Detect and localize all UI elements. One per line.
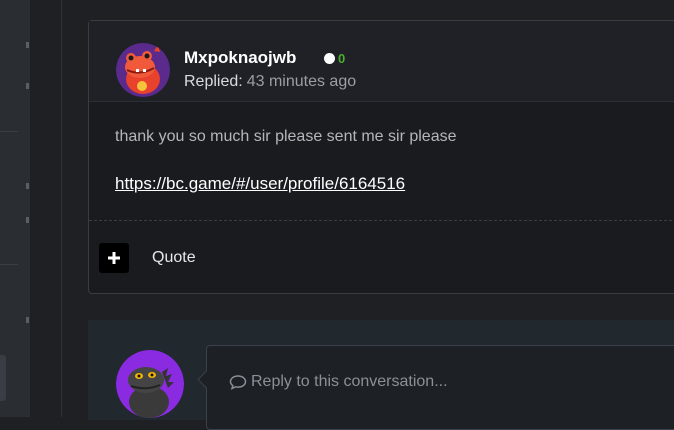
sidebar-tab[interactable] — [0, 355, 6, 401]
user-avatar[interactable] — [116, 43, 170, 97]
status-dot-icon — [324, 53, 335, 64]
reply-placeholder-text: Reply to this conversation... — [251, 373, 448, 390]
reply-meta: Replied: 43 minutes ago — [184, 73, 356, 91]
thread-line — [61, 0, 62, 417]
current-user-avatar[interactable] — [116, 350, 184, 418]
status-count: 0 — [338, 51, 346, 66]
replied-label: Replied: — [184, 73, 243, 90]
post-divider — [89, 220, 674, 221]
message-text: thank you so much sir please sent me sir… — [115, 128, 457, 145]
replied-time: 43 minutes ago — [246, 73, 357, 90]
sidebar-indicator — [26, 42, 29, 48]
red-dragon-avatar-icon — [116, 43, 170, 97]
message-post: Mxpoknaojwb 0 Replied: 43 minutes ago tha… — [88, 20, 674, 294]
quote-button[interactable]: Quote — [152, 249, 196, 267]
plus-icon — [108, 252, 120, 264]
reply-placeholder: Reply to this conversation... — [229, 373, 448, 391]
post-header: Mxpoknaojwb 0 Replied: 43 minutes ago — [89, 21, 674, 102]
sidebar-indicator — [26, 217, 29, 223]
comment-icon — [229, 375, 247, 390]
username[interactable]: Mxpoknaojwb — [184, 48, 296, 68]
profile-link[interactable]: https://bc.game/#/user/profile/6164516 — [115, 174, 405, 194]
reply-input[interactable]: Reply to this conversation... — [206, 345, 674, 430]
content-gutter — [30, 0, 62, 417]
dark-dinosaur-avatar-icon — [116, 350, 184, 418]
sidebar-divider — [0, 131, 18, 132]
sidebar-indicator — [26, 183, 29, 189]
sidebar-indicator — [26, 317, 29, 323]
online-status: 0 — [324, 51, 345, 66]
sidebar-divider — [0, 264, 18, 265]
left-sidebar — [0, 0, 30, 417]
reply-section: Reply to this conversation... — [88, 320, 674, 430]
sidebar-indicator — [26, 83, 29, 89]
add-quote-button[interactable] — [99, 243, 129, 273]
